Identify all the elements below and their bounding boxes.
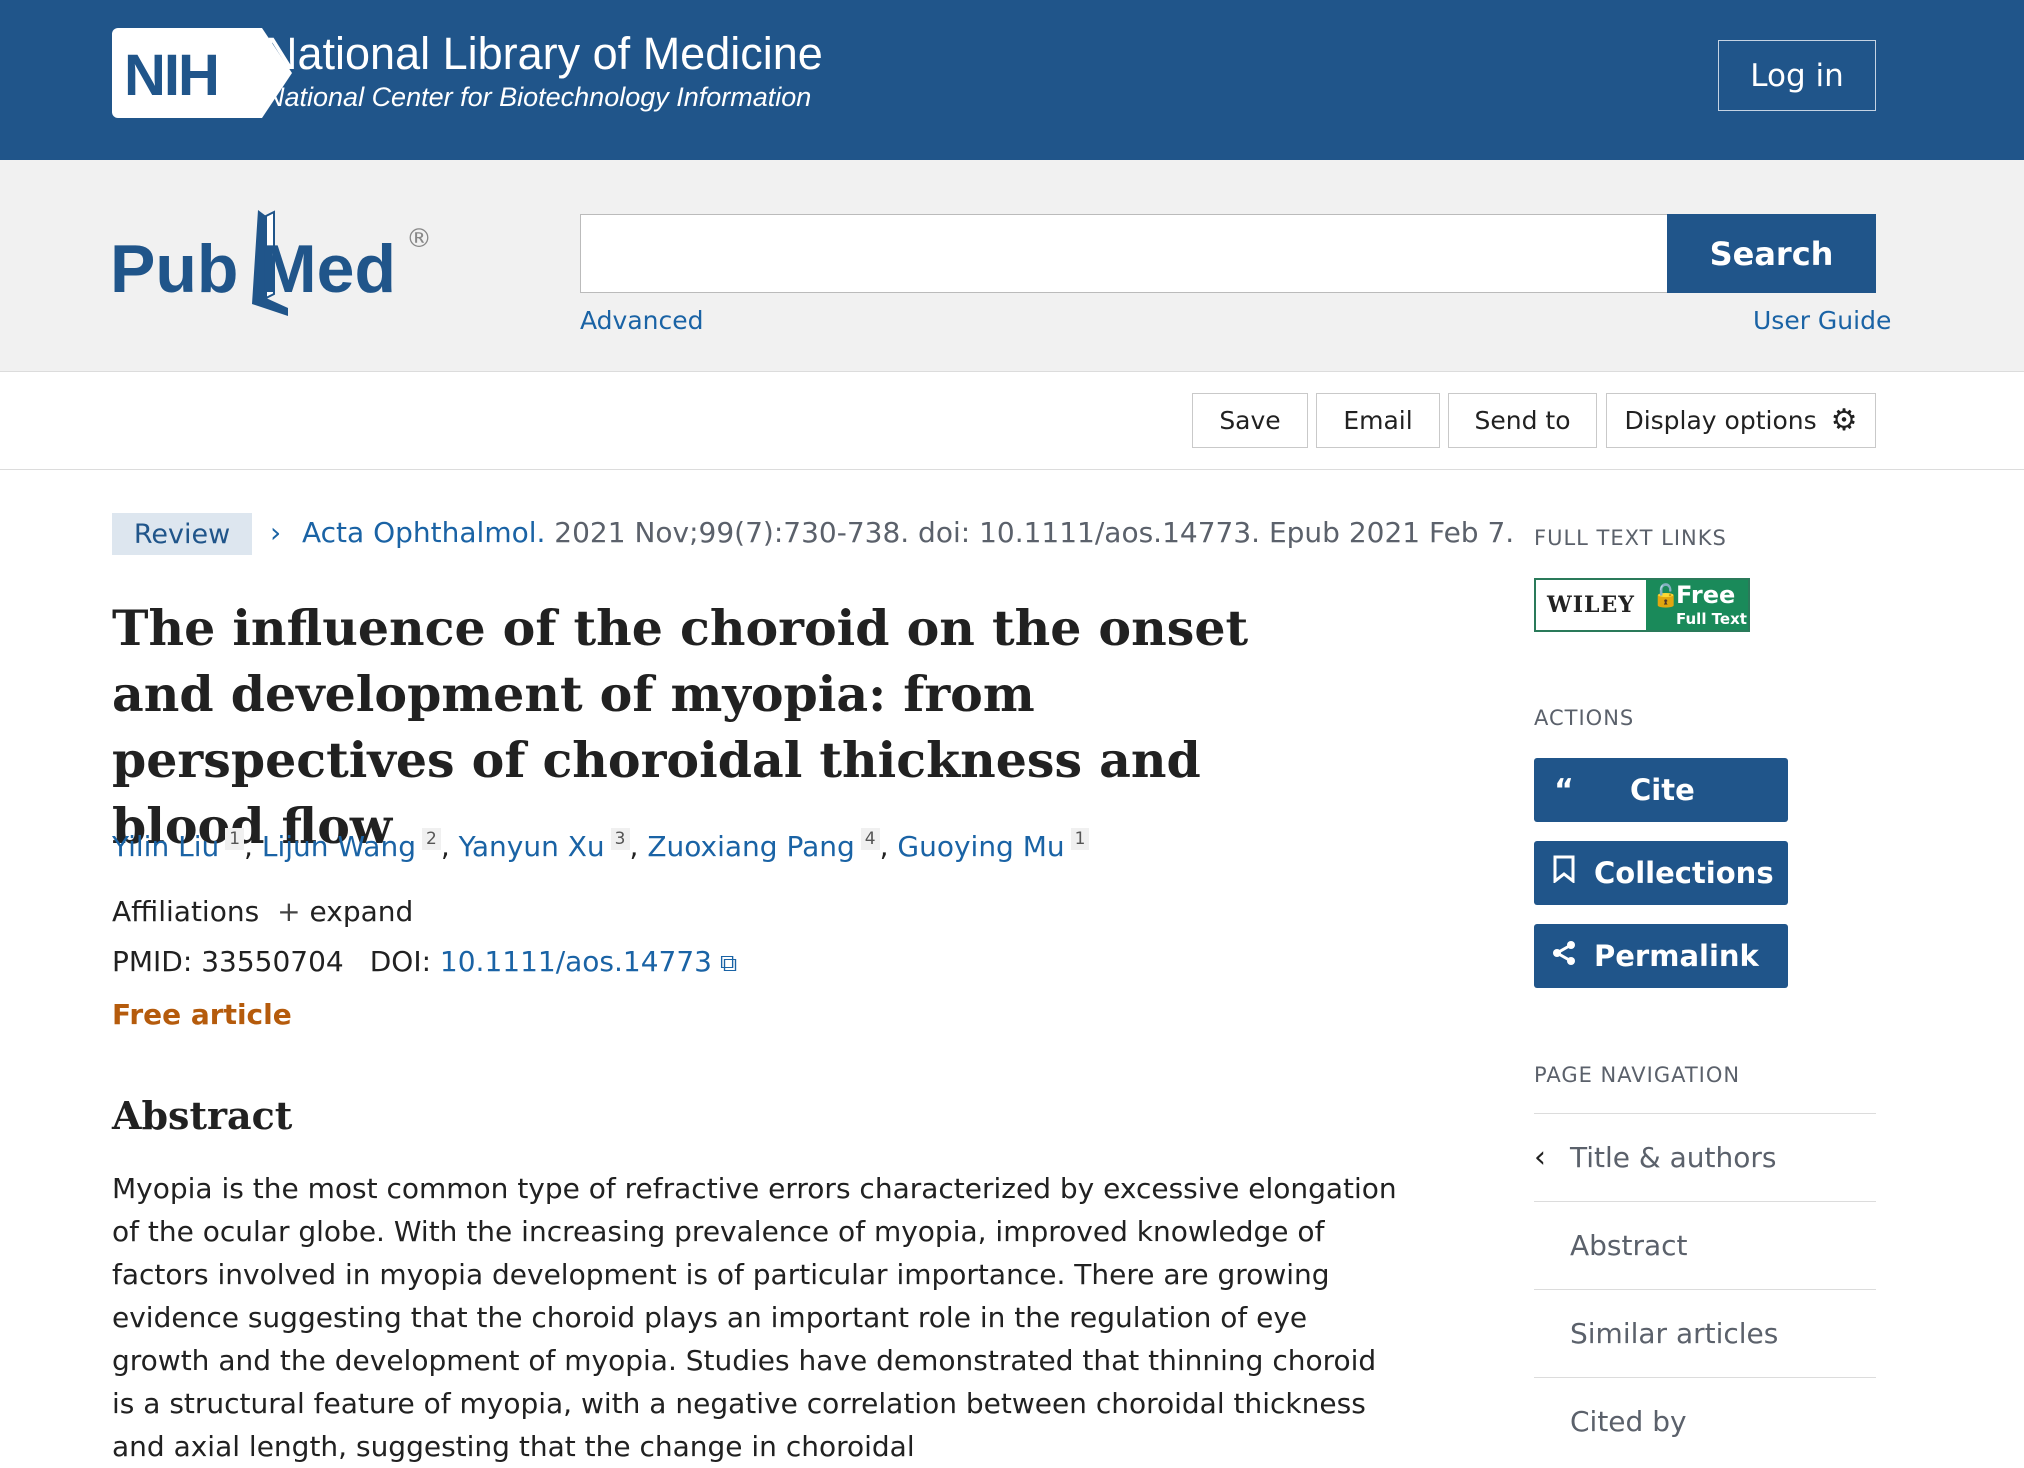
search-input[interactable] <box>580 214 1668 293</box>
author-link[interactable]: Yilin Liu <box>112 830 219 863</box>
author-link[interactable]: Yanyun Xu <box>459 830 605 863</box>
permalink-label: Permalink <box>1594 939 1759 973</box>
nav-item-label: Cited by <box>1570 1405 1687 1438</box>
author-list: Yilin Liu 1, Lijun Wang 2, Yanyun Xu 3, Zuo… <box>112 828 1090 863</box>
user-guide-link[interactable]: User Guide <box>1753 306 1891 335</box>
full-text-label: Full Text <box>1676 610 1747 628</box>
search-button[interactable]: Search <box>1667 214 1876 293</box>
author-link[interactable]: Zuoxiang Pang <box>647 830 854 863</box>
nav-item-label: Title & authors <box>1570 1141 1777 1174</box>
nav-item-title-authors[interactable]: ‹ Title & authors <box>1534 1113 1876 1201</box>
actions-heading: ACTIONS <box>1534 706 1635 730</box>
page-navigation-heading: PAGE NAVIGATION <box>1534 1063 1741 1087</box>
nlm-title[interactable]: National Library of Medicine <box>265 28 823 80</box>
email-button[interactable]: Email <box>1316 393 1440 448</box>
wiley-full-text-link[interactable]: WILEY 🔓 Free Full Text <box>1534 578 1750 632</box>
pmid: PMID: 33550704 <box>112 945 344 978</box>
free-article-label: Free article <box>112 998 292 1031</box>
nav-item-abstract[interactable]: Abstract <box>1534 1201 1876 1289</box>
nih-badge-text: NIH <box>124 43 220 108</box>
send-to-label: Send to <box>1474 406 1571 435</box>
free-full-text-badge: 🔓 Free Full Text <box>1646 580 1748 630</box>
send-to-button[interactable]: Send to <box>1448 393 1597 448</box>
wiley-logo: WILEY <box>1547 592 1635 618</box>
external-link-icon: ⧉ <box>720 949 738 977</box>
doi-label: DOI: <box>369 945 432 978</box>
nav-item-similar-articles[interactable]: Similar articles <box>1534 1289 1876 1377</box>
free-label: Free <box>1676 581 1736 609</box>
display-options-label: Display options <box>1624 406 1817 435</box>
author-link[interactable]: Lijun Wang <box>262 830 416 863</box>
affiliations-label: Affiliations <box>112 895 260 928</box>
nih-logo[interactable]: NIH <box>112 28 292 118</box>
plus-icon: + <box>277 895 301 928</box>
registered-icon: ® <box>406 224 432 254</box>
affiliation-number[interactable]: 4 <box>860 828 880 850</box>
page-navigation-list: ‹ Title & authors Abstract Similar articl… <box>1534 1113 1876 1465</box>
permalink-button[interactable]: Permalink <box>1534 924 1788 988</box>
full-text-links-heading: FULL TEXT LINKS <box>1534 526 1727 550</box>
collections-label: Collections <box>1594 856 1774 890</box>
pubmed-logo[interactable]: Pub Med ® <box>110 210 450 320</box>
quote-icon: “ <box>1554 772 1574 808</box>
journal-citation: Acta Ophthalmol. 2021 Nov;99(7):730-738.… <box>302 516 1514 549</box>
article-title: The influence of the choroid on the onse… <box>112 599 1249 855</box>
author-link[interactable]: Guoying Mu <box>897 830 1064 863</box>
advanced-link[interactable]: Advanced <box>580 306 704 335</box>
save-label: Save <box>1219 406 1281 435</box>
citation-details: 2021 Nov;99(7):730-738. doi: 10.1111/aos… <box>545 516 1515 549</box>
cite-button[interactable]: “ Cite <box>1534 758 1788 822</box>
journal-link[interactable]: Acta Ophthalmol. <box>302 516 545 549</box>
affiliation-number[interactable]: 3 <box>610 828 630 850</box>
nav-item-label: Abstract <box>1570 1229 1688 1262</box>
collections-button[interactable]: Collections <box>1534 841 1788 905</box>
chevron-right-icon: › <box>270 516 282 549</box>
affiliation-number[interactable]: 1 <box>225 828 245 850</box>
cite-label: Cite <box>1630 773 1695 807</box>
article-identifiers: PMID: 33550704 DOI: 10.1111/aos.14773 ⧉ <box>112 945 737 978</box>
save-button[interactable]: Save <box>1192 393 1308 448</box>
affiliations-toggle[interactable]: Affiliations + expand <box>112 895 413 928</box>
bookmark-icon <box>1534 855 1594 891</box>
ncbi-subtitle[interactable]: National Center for Biotechnology Inform… <box>265 82 811 113</box>
expand-label: expand <box>309 895 414 928</box>
email-label: Email <box>1343 406 1413 435</box>
nav-item-cited-by[interactable]: Cited by <box>1534 1377 1876 1465</box>
display-options-button[interactable]: Display options ⚙ <box>1606 393 1876 448</box>
login-button[interactable]: Log in <box>1718 40 1876 111</box>
doi-link[interactable]: 10.1111/aos.14773 <box>440 945 712 978</box>
article-type-badge: Review <box>112 513 252 555</box>
abstract-text: Myopia is the most common type of refrac… <box>112 1172 1397 1463</box>
affiliation-number[interactable]: 2 <box>421 828 441 850</box>
nih-badge: NIH <box>112 28 262 118</box>
gear-icon: ⚙ <box>1830 403 1858 438</box>
share-icon <box>1534 939 1594 974</box>
chevron-left-icon: ‹ <box>1534 1140 1546 1175</box>
pubmed-logo-pub: Pub <box>110 231 239 307</box>
nav-item-label: Similar articles <box>1570 1317 1779 1350</box>
affiliation-number[interactable]: 1 <box>1070 828 1090 850</box>
pubmed-logo-med: Med <box>260 231 396 307</box>
abstract-heading: Abstract <box>112 1093 293 1138</box>
